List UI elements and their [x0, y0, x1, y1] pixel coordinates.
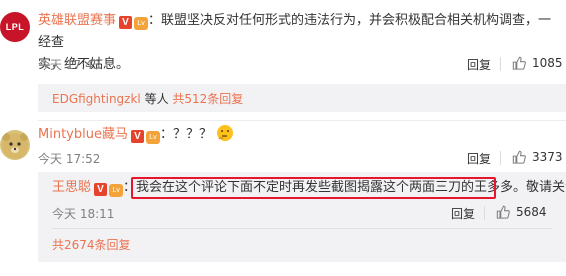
- highlight-box: [131, 177, 496, 199]
- level-badge-icon: Lv: [109, 184, 124, 197]
- total-replies-link[interactable]: 共2674条回复: [52, 236, 131, 253]
- like-count: 3373: [532, 150, 563, 164]
- reply-text-rest: 敬请关注: [526, 180, 566, 195]
- reply-button[interactable]: 回复: [451, 205, 475, 222]
- divider: [500, 151, 501, 165]
- avatar-bear[interactable]: [0, 130, 30, 160]
- thumbs-up-icon[interactable]: [512, 150, 526, 164]
- thinking-face-emoji-icon: [217, 125, 234, 141]
- comment-timestamp: 今天 17:52: [38, 152, 101, 166]
- comment-author[interactable]: Mintyblue藏马: [38, 127, 128, 142]
- sub-reply-count-link[interactable]: 共512条回复: [172, 92, 243, 106]
- reply-divider: [52, 228, 552, 229]
- level-badge-icon: Lv: [134, 17, 149, 30]
- like-count: 5684: [516, 205, 547, 219]
- reply-button[interactable]: 回复: [467, 150, 491, 167]
- reply-author[interactable]: 王思聪: [52, 180, 91, 195]
- comment-author[interactable]: 英雄联盟赛事: [38, 13, 116, 28]
- thumbs-up-icon[interactable]: [496, 205, 510, 219]
- avatar-logo-text: LPL: [5, 22, 25, 32]
- comment-divider: [38, 120, 566, 121]
- divider: [484, 206, 485, 220]
- bear-avatar-icon: [2, 133, 28, 159]
- verified-badge-icon: V: [119, 16, 133, 29]
- divider: [500, 57, 501, 71]
- comment-timestamp: 今天 17:43: [38, 58, 101, 72]
- reply-timestamp: 今天 18:11: [52, 207, 115, 221]
- reply-button[interactable]: 回复: [467, 56, 491, 73]
- sub-reply-user-link[interactable]: EDGfightingzkl: [52, 92, 141, 106]
- level-badge-icon: Lv: [145, 131, 160, 144]
- like-count: 1085: [532, 56, 563, 70]
- avatar-lpl[interactable]: LPL: [0, 12, 30, 42]
- verified-badge-icon: V: [94, 183, 108, 196]
- sub-reply-mid-text: 等人: [140, 92, 173, 106]
- verified-badge-icon: V: [130, 130, 144, 143]
- comment-text: ：？？？: [159, 127, 212, 142]
- comment-body: Mintyblue藏马 V Lv：？？？: [38, 124, 558, 146]
- sub-reply-summary: EDGfightingzkl 等人 共512条回复: [38, 84, 566, 112]
- thumbs-up-icon[interactable]: [512, 56, 526, 70]
